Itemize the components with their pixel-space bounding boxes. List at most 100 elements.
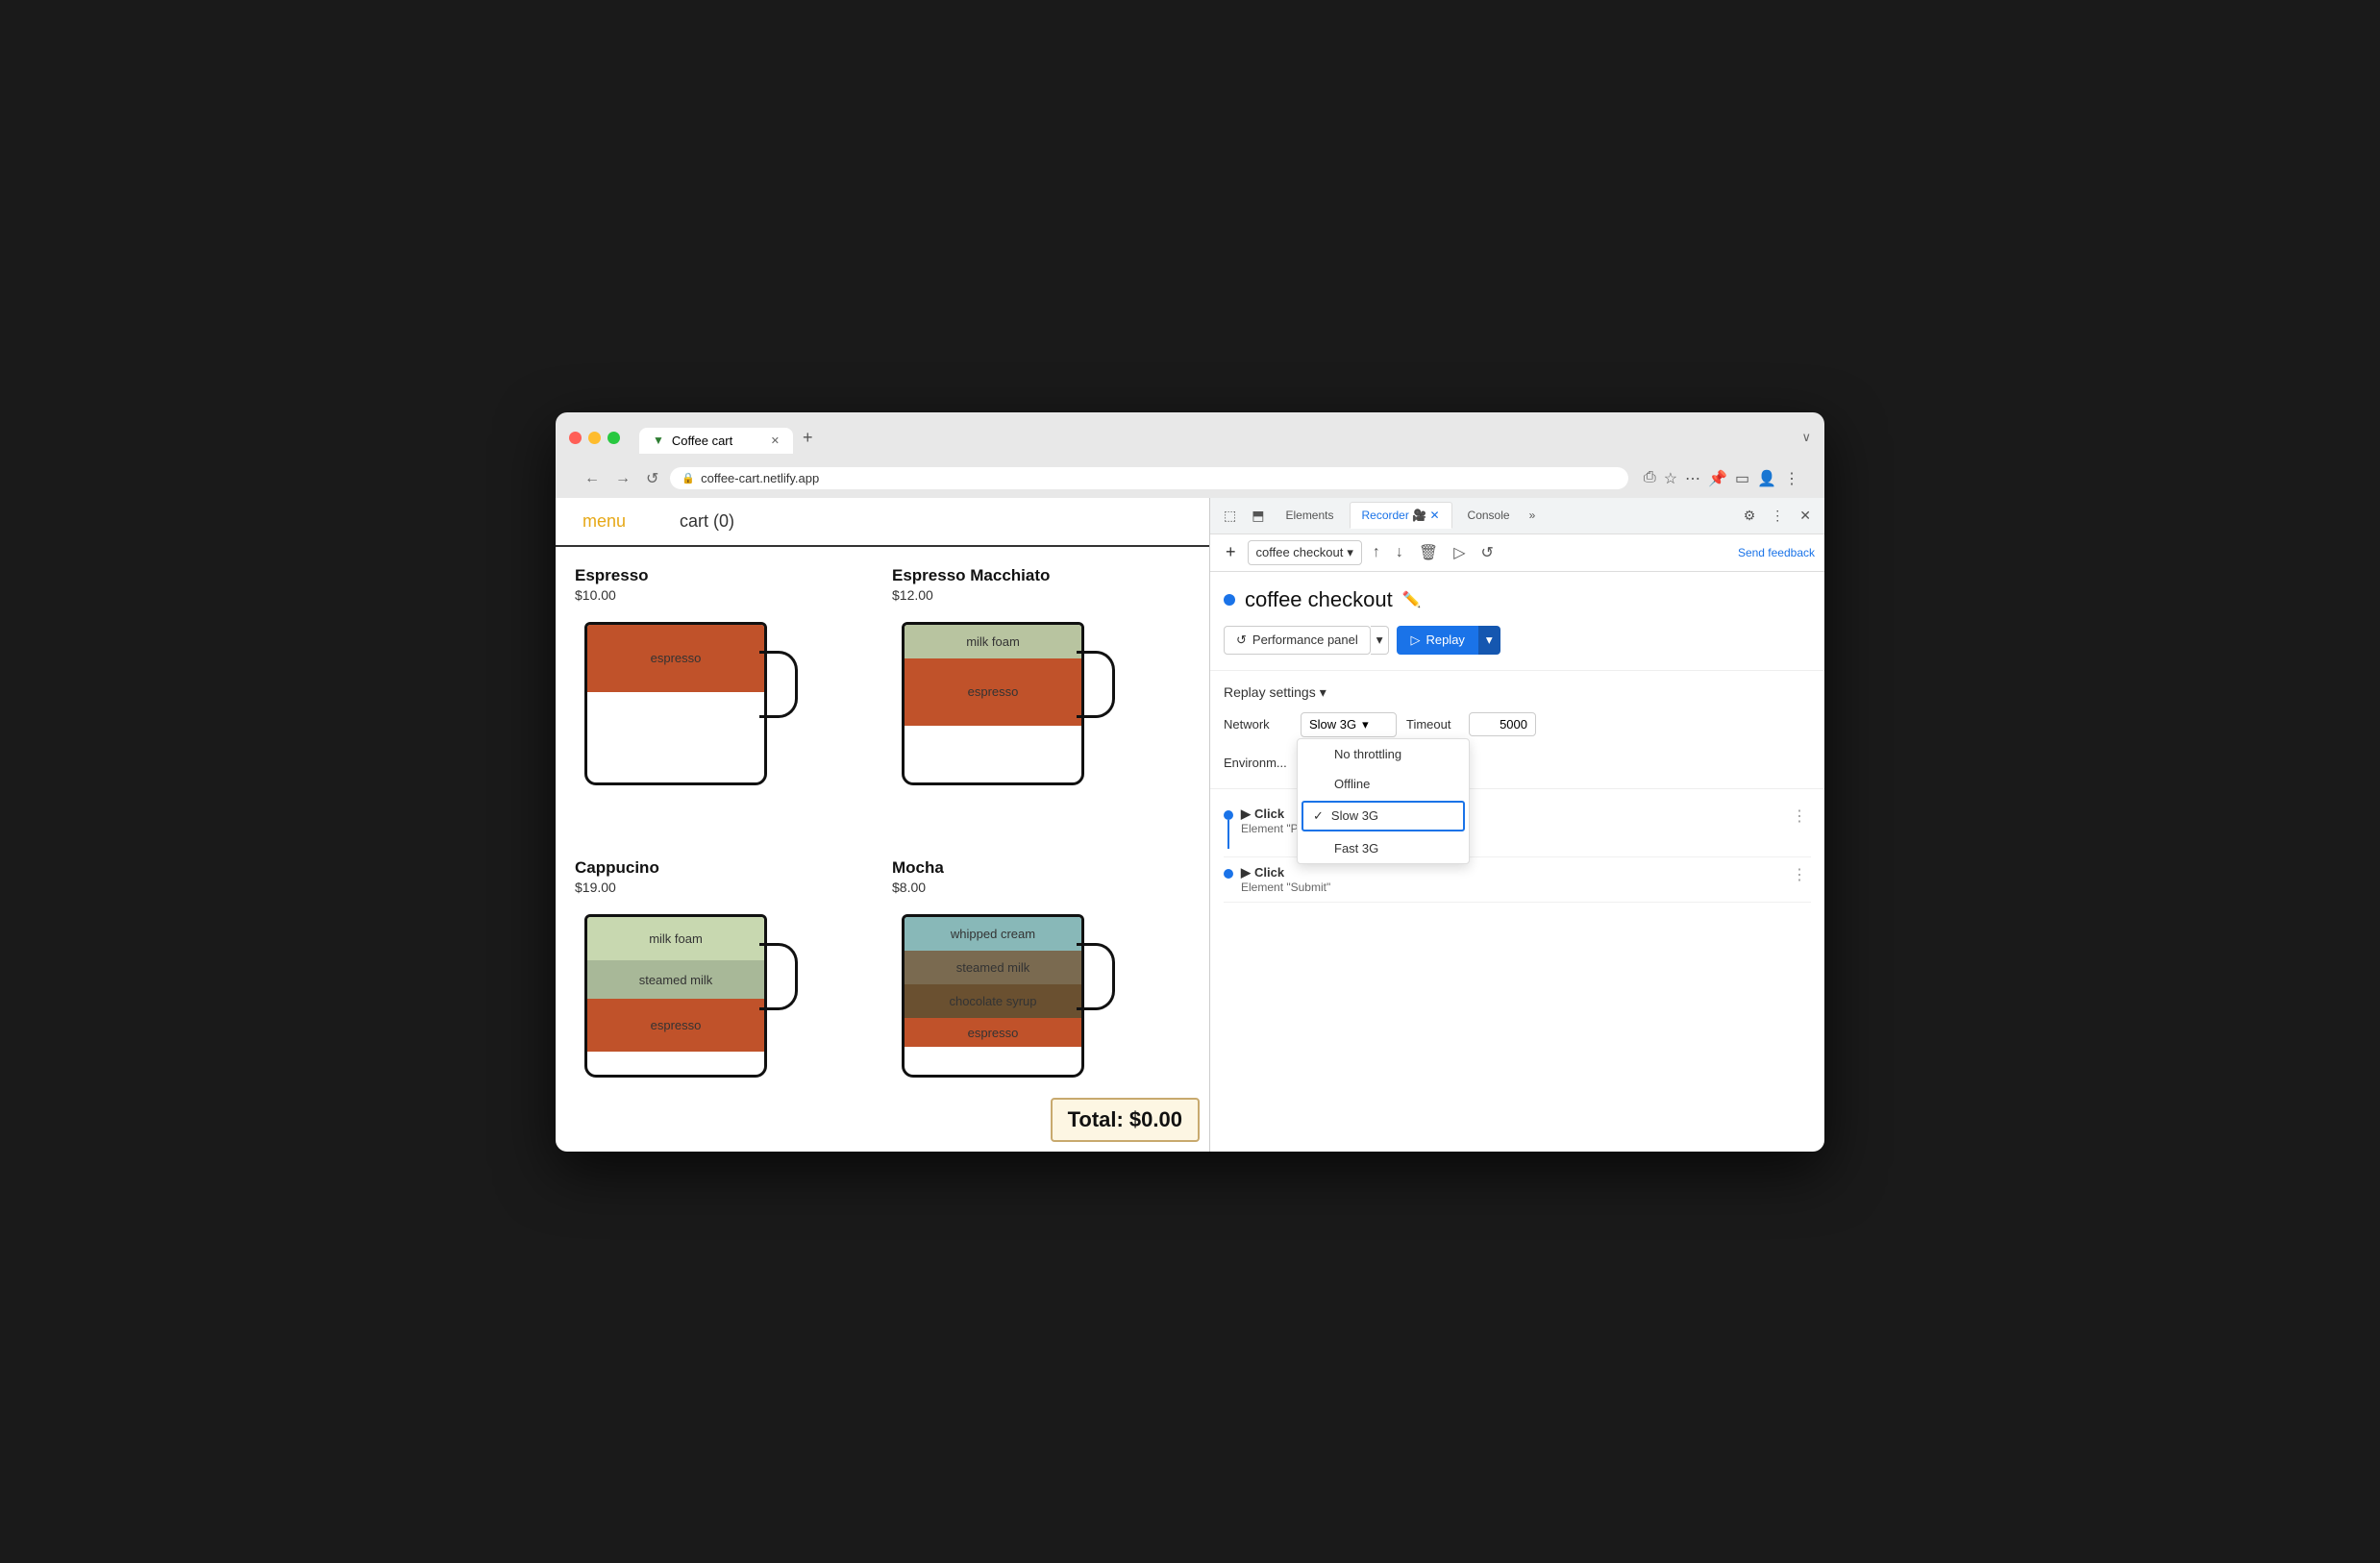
mug-handle bbox=[759, 943, 798, 1010]
mug-handle bbox=[1077, 943, 1115, 1010]
coffee-name: Mocha bbox=[892, 858, 1190, 878]
close-devtools-button[interactable]: ✕ bbox=[1794, 504, 1817, 528]
share-icon[interactable]: ⎙ bbox=[1644, 469, 1656, 488]
maximize-traffic-light[interactable] bbox=[607, 432, 620, 444]
cart-nav-link[interactable]: cart (0) bbox=[653, 498, 761, 545]
recording-status-dot bbox=[1224, 594, 1235, 606]
step-type-2: ▶ Click bbox=[1241, 865, 1780, 881]
mug-body: milk foam steamed milk espresso bbox=[584, 914, 767, 1078]
step-detail-2: Element "Submit" bbox=[1241, 881, 1780, 894]
tab-title: Coffee cart bbox=[672, 434, 732, 448]
active-tab[interactable]: ▼ Coffee cart ✕ bbox=[639, 428, 793, 454]
minimize-traffic-light[interactable] bbox=[588, 432, 601, 444]
step-more-button-1[interactable]: ⋮ bbox=[1788, 806, 1811, 826]
inspect-icon-button[interactable]: ⬚ bbox=[1218, 504, 1242, 528]
replay-label: Replay bbox=[1426, 633, 1464, 647]
mug-body: milk foam espresso bbox=[902, 622, 1084, 785]
address-input[interactable]: 🔒 coffee-cart.netlify.app bbox=[670, 467, 1627, 489]
window-expand-icon[interactable]: ∨ bbox=[1801, 430, 1811, 445]
more-options-button[interactable]: ⋮ bbox=[1765, 504, 1790, 528]
coffee-item-macchiato[interactable]: Espresso Macchiato $12.00 milk foam espr… bbox=[892, 566, 1190, 840]
select-chevron-icon: ▾ bbox=[1347, 545, 1353, 560]
browser-toolbar-icons: ⎙ ☆ ⋯ 📌 ▭ 👤 ⋮ bbox=[1644, 469, 1799, 488]
no-throttling-label: No throttling bbox=[1334, 747, 1401, 761]
step-content-2: ▶ Click Element "Submit" bbox=[1241, 865, 1780, 894]
coffee-item-cappucino[interactable]: Cappucino $19.00 milk foam steamed milk … bbox=[575, 858, 873, 1132]
replay-play-icon: ▷ bbox=[1410, 633, 1420, 648]
new-tab-button[interactable]: + bbox=[793, 422, 823, 454]
coffee-price: $8.00 bbox=[892, 880, 1190, 895]
recording-btn-row: ↺ Performance panel ▾ ▷ Replay ▾ bbox=[1224, 626, 1811, 655]
import-recording-button[interactable]: ↓ bbox=[1391, 541, 1408, 564]
menu-icon[interactable]: ⋮ bbox=[1784, 469, 1799, 488]
perf-icon: ↺ bbox=[1236, 633, 1247, 648]
send-feedback-link[interactable]: Send feedback bbox=[1738, 546, 1815, 559]
more-tabs-button[interactable]: » bbox=[1525, 505, 1540, 526]
cast-icon[interactable]: ▭ bbox=[1735, 469, 1749, 488]
perf-panel-chevron-button[interactable]: ▾ bbox=[1371, 626, 1390, 655]
layer-espresso: espresso bbox=[587, 625, 764, 692]
dropdown-item-offline[interactable]: Offline bbox=[1298, 769, 1469, 799]
tab-recorder[interactable]: Recorder 🎥 ✕ bbox=[1350, 502, 1452, 529]
offline-label: Offline bbox=[1334, 777, 1370, 791]
devtools-pane: ⬚ ⬒ Elements Recorder 🎥 ✕ Console » ⚙ ⋮ … bbox=[1209, 498, 1824, 1152]
replay-chevron-button[interactable]: ▾ bbox=[1478, 626, 1500, 655]
coffee-name: Espresso Macchiato bbox=[892, 566, 1190, 585]
mug-handle bbox=[1077, 651, 1115, 718]
tab-close-icon[interactable]: ✕ bbox=[771, 434, 780, 447]
coffee-item-espresso[interactable]: Espresso $10.00 espresso bbox=[575, 566, 873, 840]
back-button[interactable]: ← bbox=[581, 468, 604, 489]
export-recording-button[interactable]: ↑ bbox=[1368, 541, 1385, 564]
tab-console[interactable]: Console bbox=[1456, 503, 1522, 528]
coffee-item-mocha[interactable]: Mocha $8.00 whipped cream steamed milk c… bbox=[892, 858, 1190, 1132]
layer-milk-foam: milk foam bbox=[587, 917, 764, 960]
step-line-1 bbox=[1227, 820, 1229, 849]
replay-settings-section: Replay settings ▾ Network Slow 3G ▾ Time… bbox=[1210, 671, 1824, 789]
recording-select[interactable]: coffee checkout ▾ bbox=[1248, 540, 1362, 565]
settings-icon-button[interactable]: ⚙ bbox=[1738, 504, 1762, 528]
network-label: Network bbox=[1224, 717, 1291, 732]
network-select[interactable]: Slow 3G ▾ bbox=[1301, 712, 1397, 737]
layer-whipped-cream: whipped cream bbox=[905, 917, 1081, 951]
tab-favicon-icon: ▼ bbox=[653, 434, 664, 447]
replay-button[interactable]: ▷ Replay bbox=[1397, 626, 1477, 655]
reload-button[interactable]: ↺ bbox=[642, 467, 662, 490]
tab-bar: ▼ Coffee cart ✕ + bbox=[639, 422, 1792, 454]
performance-panel-button[interactable]: ↺ Performance panel bbox=[1224, 626, 1371, 655]
replay-cycle-button[interactable]: ↺ bbox=[1476, 540, 1499, 565]
menu-nav-link[interactable]: menu bbox=[556, 498, 653, 545]
step-more-button-2[interactable]: ⋮ bbox=[1788, 865, 1811, 884]
extensions-icon[interactable]: ⋯ bbox=[1685, 469, 1700, 488]
timeout-input[interactable] bbox=[1469, 712, 1536, 736]
step-expand-icon-2[interactable]: ▶ bbox=[1241, 865, 1251, 881]
main-area: menu cart (0) Espresso $10.00 espresso bbox=[556, 498, 1824, 1152]
dropdown-item-slow-3g[interactable]: ✓ Slow 3G bbox=[1302, 801, 1465, 831]
recorder-toolbar: + coffee checkout ▾ ↑ ↓ 🗑 ▷ ↺ Send feedb… bbox=[1210, 534, 1824, 572]
step-dot-1 bbox=[1224, 810, 1233, 820]
mug-mocha: whipped cream steamed milk chocolate syr… bbox=[892, 905, 1123, 1097]
start-recording-button[interactable]: ▷ bbox=[1449, 540, 1470, 565]
edit-recording-icon[interactable]: ✏️ bbox=[1402, 590, 1422, 609]
step-expand-icon-1[interactable]: ▶ bbox=[1241, 806, 1251, 822]
mug-espresso: espresso bbox=[575, 612, 806, 805]
add-recording-button[interactable]: + bbox=[1220, 540, 1242, 564]
dropdown-item-no-throttling[interactable]: No throttling bbox=[1298, 739, 1469, 769]
delete-recording-button[interactable]: 🗑 bbox=[1414, 540, 1443, 565]
bookmark-icon[interactable]: ☆ bbox=[1664, 469, 1677, 488]
tab-elements[interactable]: Elements bbox=[1274, 503, 1345, 528]
layer-steamed-milk: steamed milk bbox=[905, 951, 1081, 984]
close-traffic-light[interactable] bbox=[569, 432, 582, 444]
mug-body: espresso bbox=[584, 622, 767, 785]
dropdown-item-fast-3g[interactable]: Fast 3G bbox=[1298, 833, 1469, 863]
device-toolbar-button[interactable]: ⬒ bbox=[1246, 504, 1270, 528]
coffee-price: $12.00 bbox=[892, 587, 1190, 603]
forward-button[interactable]: → bbox=[611, 468, 634, 489]
profile-icon[interactable]: 👤 bbox=[1757, 469, 1776, 488]
step-action-2: Click bbox=[1254, 865, 1284, 880]
pin-icon[interactable]: 📌 bbox=[1708, 469, 1727, 488]
browser-controls: ▼ Coffee cart ✕ + ∨ bbox=[569, 422, 1811, 454]
layer-steamed-milk: steamed milk bbox=[587, 960, 764, 999]
recording-select-value: coffee checkout bbox=[1256, 545, 1344, 559]
url-text: coffee-cart.netlify.app bbox=[701, 471, 819, 485]
perf-panel-label: Performance panel bbox=[1252, 633, 1358, 647]
